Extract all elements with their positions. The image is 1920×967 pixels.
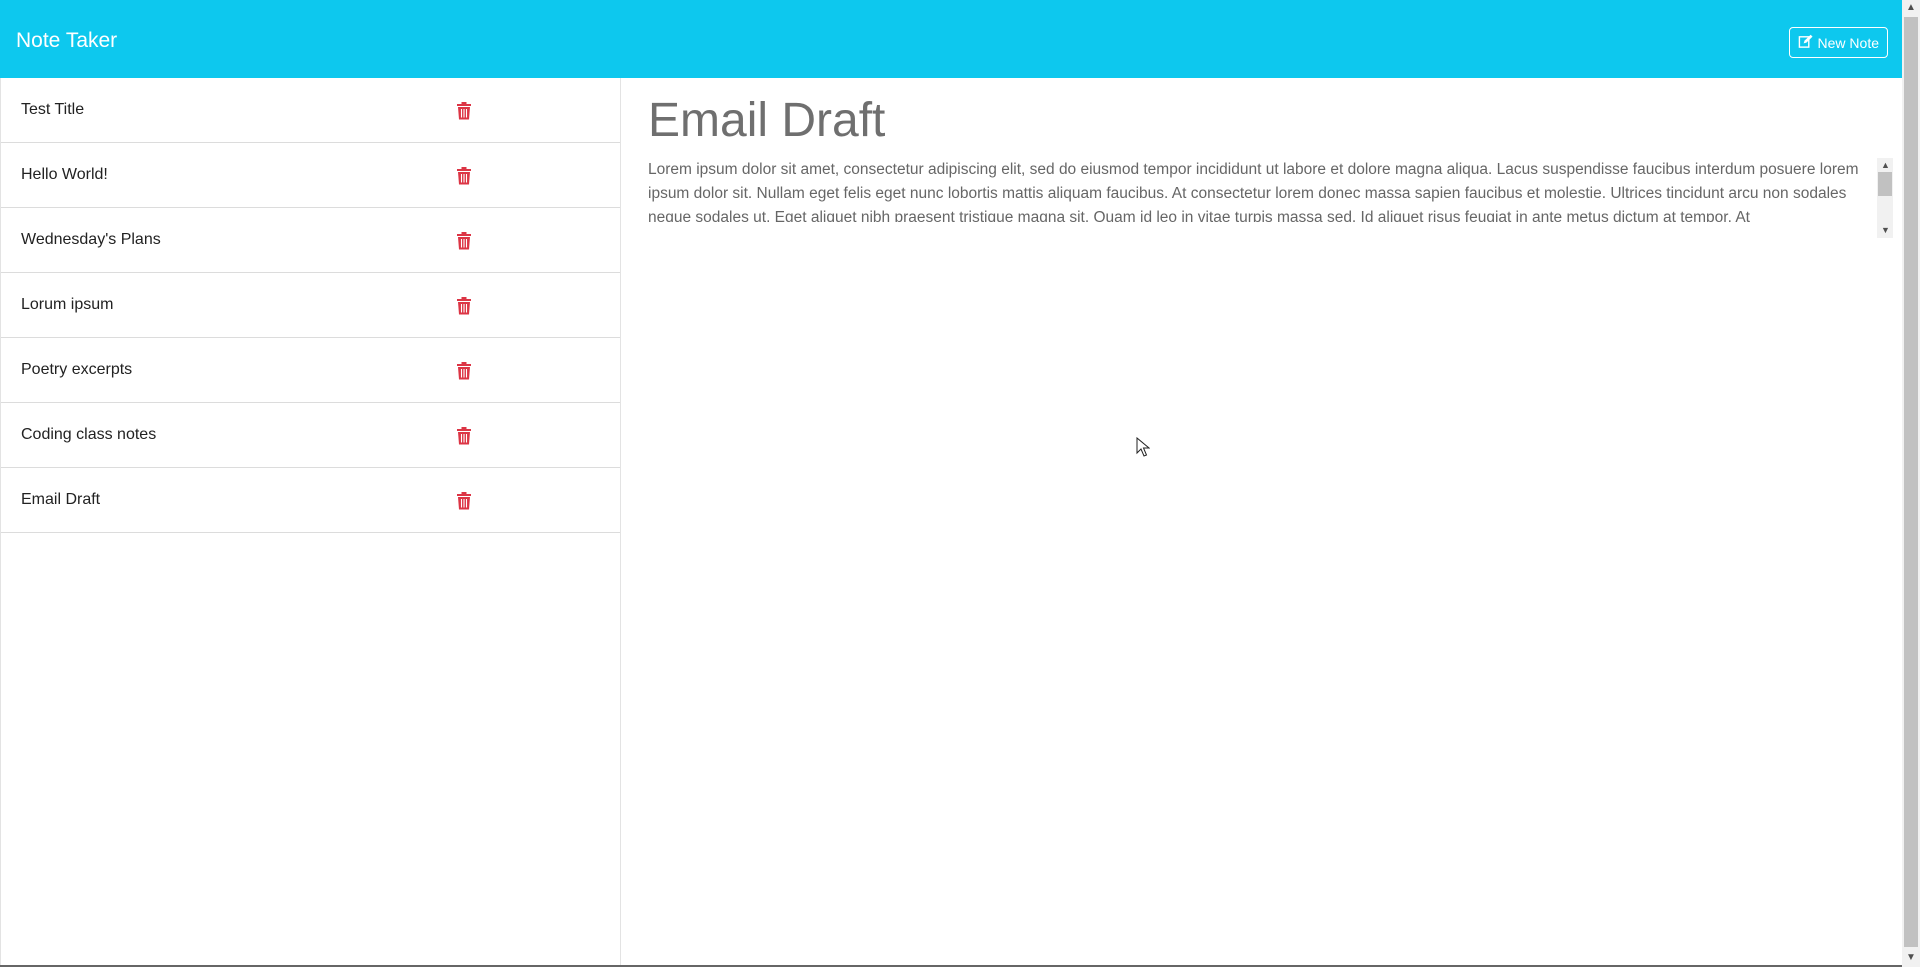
new-note-button[interactable]: New Note (1788, 27, 1888, 58)
note-title: Wednesday's Plans (21, 231, 161, 248)
page-scrollbar[interactable]: ▲ ▼ (1902, 0, 1920, 967)
note-list-item[interactable]: Poetry excerpts (1, 338, 620, 403)
trash-icon[interactable] (456, 361, 472, 380)
edit-icon (1798, 34, 1813, 52)
trash-icon[interactable] (456, 231, 472, 250)
app-page: Note Taker New Note Test Title Hello Wor… (0, 0, 1920, 967)
note-title-input[interactable] (648, 92, 1548, 150)
note-title: Lorum ipsum (21, 296, 114, 313)
note-list-item[interactable]: Email Draft (1, 468, 620, 533)
note-body-textarea[interactable] (648, 158, 1872, 222)
note-editor: ▲ ▼ (621, 78, 1902, 965)
note-list-item[interactable]: Test Title (1, 78, 620, 143)
trash-icon[interactable] (456, 101, 472, 120)
page-scroll-down-icon[interactable]: ▼ (1906, 953, 1916, 963)
note-title: Poetry excerpts (21, 361, 133, 378)
textarea-scrollbar[interactable]: ▲ ▼ (1877, 158, 1893, 238)
trash-icon[interactable] (456, 491, 472, 510)
trash-icon[interactable] (456, 296, 472, 315)
page-scroll-up-icon[interactable]: ▲ (1906, 3, 1916, 13)
note-title: Hello World! (21, 166, 108, 183)
scroll-down-icon[interactable]: ▼ (1881, 226, 1890, 235)
navbar: Note Taker New Note (0, 0, 1902, 78)
note-list-item[interactable]: Coding class notes (1, 403, 620, 468)
brand-title[interactable]: Note Taker (16, 28, 117, 54)
page-scroll-thumb[interactable] (1904, 17, 1918, 947)
note-title: Coding class notes (21, 426, 157, 443)
note-body-container: ▲ ▼ (648, 158, 1893, 302)
textarea-scroll-thumb[interactable] (1878, 172, 1892, 196)
trash-icon[interactable] (456, 426, 472, 445)
note-list-item[interactable]: Lorum ipsum (1, 273, 620, 338)
note-title: Email Draft (21, 491, 101, 508)
note-title: Test Title (21, 101, 85, 118)
trash-icon[interactable] (456, 166, 472, 185)
new-note-label: New Note (1817, 34, 1879, 51)
scroll-up-icon[interactable]: ▲ (1881, 161, 1890, 170)
note-list-item[interactable]: Wednesday's Plans (1, 208, 620, 273)
mouse-cursor-icon (1136, 436, 1151, 457)
notes-sidebar: Test Title Hello World! Wednesday's Plan… (0, 78, 621, 965)
note-list-item[interactable]: Hello World! (1, 143, 620, 208)
